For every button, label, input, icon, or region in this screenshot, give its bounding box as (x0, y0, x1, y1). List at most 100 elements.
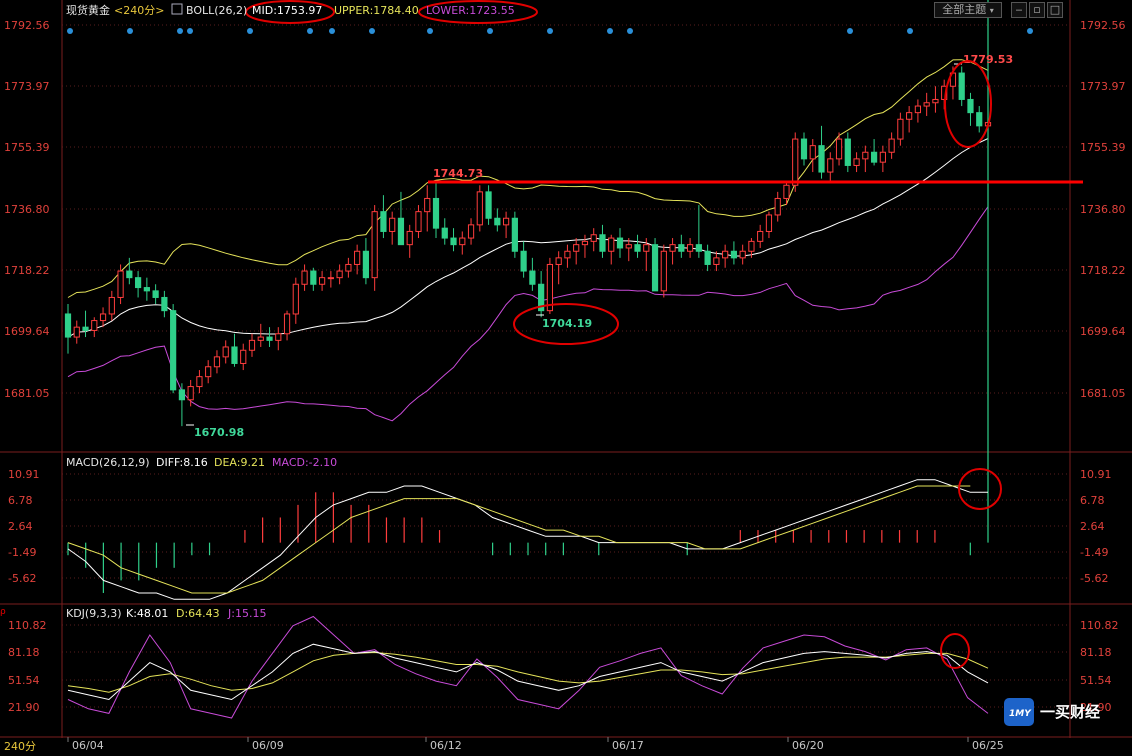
kdj-j: J:15.15 (227, 607, 266, 620)
candle-body (126, 270, 133, 279)
circle-macd (958, 468, 1002, 510)
candle-body (827, 158, 834, 173)
candle-body (564, 250, 571, 259)
minimize-button[interactable]: ‒ (1011, 2, 1027, 18)
candle-body (231, 346, 238, 364)
candle-body (64, 313, 72, 338)
macd-tick-left: 2.64 (8, 520, 33, 533)
resistance-label: 1744.73 (433, 167, 483, 180)
chart-canvas[interactable]: 1792.56 1792.56 1773.97 1773.97 1755.39 1755.… (0, 0, 1132, 756)
candle-body (485, 191, 492, 219)
candle-body (634, 244, 641, 252)
candle-body (976, 112, 983, 127)
kdj-tick-right: 110.82 (1080, 619, 1119, 632)
candle-body (520, 250, 527, 272)
candle-body (695, 244, 702, 252)
candle-body (99, 313, 107, 322)
low-label-2: 1704.19 (542, 317, 592, 330)
price-tick-right: 1681.05 (1080, 387, 1126, 400)
candle-body (529, 270, 536, 285)
candle-body (555, 257, 562, 265)
candle-body (362, 250, 370, 279)
candle-body (108, 296, 115, 315)
price-tick-left: 1773.97 (4, 80, 50, 93)
theme-button-label: 全部主题 (942, 3, 987, 16)
candle-body (292, 283, 299, 315)
event-dot[interactable] (177, 28, 183, 34)
candle-body (432, 197, 440, 229)
maximize-icon: □ (1049, 3, 1061, 16)
event-dot[interactable] (67, 28, 73, 34)
event-dot[interactable] (427, 28, 433, 34)
candle-body (914, 105, 922, 114)
candle-body (844, 138, 851, 166)
candle-body (906, 112, 913, 120)
event-dot[interactable] (247, 28, 253, 34)
chevron-down-icon: ▾ (989, 6, 994, 15)
event-markers (67, 28, 1033, 34)
candle-body (599, 234, 606, 252)
event-dot[interactable] (607, 28, 613, 34)
candle-body (459, 237, 466, 246)
candle-body (660, 250, 667, 292)
period-label[interactable]: <240分> (114, 4, 164, 17)
candle-body (502, 217, 510, 226)
candle-body (818, 145, 825, 173)
kdj-tick-right: 51.54 (1080, 674, 1112, 687)
kdj-tick-left: 51.54 (8, 674, 40, 687)
candle-body (958, 72, 965, 100)
candle-body (82, 326, 89, 331)
candle-body (722, 250, 729, 259)
event-dot[interactable] (307, 28, 313, 34)
candle-body (686, 244, 694, 252)
candle-body (213, 356, 221, 368)
macd-tick-left: -1.49 (8, 546, 36, 559)
candle-body (380, 211, 387, 232)
macd-tick-right: 10.91 (1080, 468, 1112, 481)
price-tick-right: 1718.22 (1080, 264, 1126, 277)
candle-body (327, 277, 334, 280)
candle-body (616, 237, 624, 249)
candle-body (354, 250, 361, 265)
period-footer[interactable]: 240分 (4, 740, 36, 753)
logo-text: 一买财经 (1040, 703, 1100, 721)
date-label: 06/25 (972, 739, 1004, 752)
kdj-name: KDJ(9,3,3) (66, 607, 122, 620)
kdj-panel (67, 615, 989, 719)
maximize-button[interactable]: □ (1047, 2, 1063, 18)
event-dot[interactable] (907, 28, 913, 34)
event-dot[interactable] (127, 28, 133, 34)
price-tick-right: 1755.39 (1080, 141, 1126, 154)
candle-body (739, 250, 746, 259)
macd-tick-left: -5.62 (8, 572, 36, 585)
event-dot[interactable] (547, 28, 553, 34)
macd-diff-line (67, 479, 988, 600)
macd-tick-left: 6.78 (8, 494, 33, 507)
macd-tick-right: -1.49 (1080, 546, 1108, 559)
instrument-title: 现货黄金 (66, 3, 110, 17)
candle-body (853, 158, 860, 166)
boll-name: BOLL(26,2) (186, 4, 247, 17)
candle-body (178, 389, 186, 401)
restore-button[interactable]: ▫ (1029, 2, 1045, 18)
candle-body (967, 98, 974, 114)
candle-body (669, 244, 676, 252)
event-dot[interactable] (1027, 28, 1033, 34)
candle-body (643, 244, 650, 252)
candle-body (336, 270, 343, 279)
candle-body (932, 98, 939, 104)
date-label: 06/17 (612, 739, 644, 752)
theme-button[interactable]: 全部主题 ▾ (934, 2, 1002, 18)
macd-dea: DEA:9.21 (214, 456, 265, 469)
event-dot[interactable] (187, 28, 193, 34)
event-dot[interactable] (847, 28, 853, 34)
candle-body (511, 217, 518, 252)
candle-body (870, 151, 878, 163)
logo: 1MY 一买财经 (1004, 698, 1100, 726)
candle-body (730, 250, 738, 259)
event-dot[interactable] (487, 28, 493, 34)
event-dot[interactable] (369, 28, 375, 34)
event-dot[interactable] (329, 28, 335, 34)
candle-body (581, 240, 589, 246)
event-dot[interactable] (627, 28, 633, 34)
